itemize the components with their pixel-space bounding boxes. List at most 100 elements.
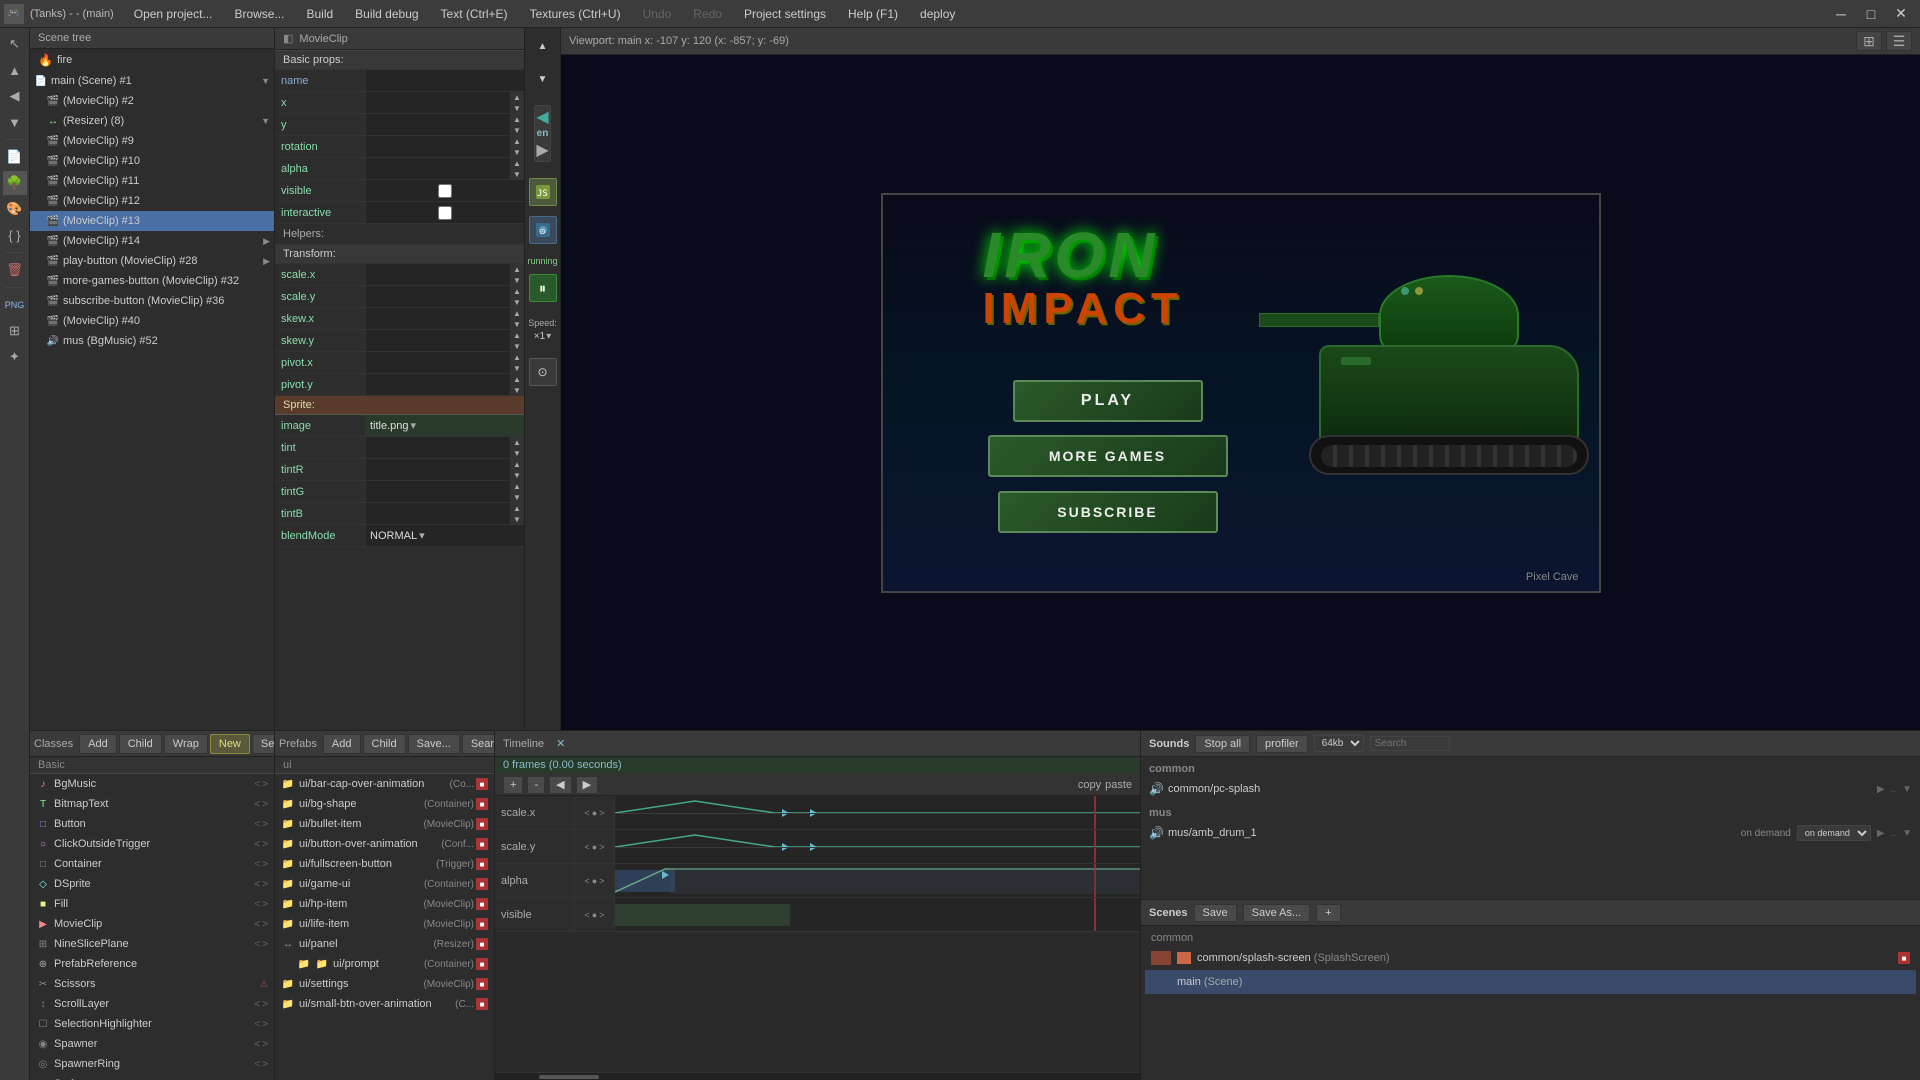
prop-tintg-value[interactable]: 255 [365,481,510,502]
tl-fwd-btn[interactable]: ▶ [576,776,598,794]
extra2-tool[interactable]: ✦ [3,345,27,369]
prop-alpha-value[interactable]: 0.4100000000000003 [365,158,510,179]
paste-btn[interactable]: paste [1105,779,1132,791]
scale-tool[interactable]: ◀ [3,84,27,108]
prop-visible-checkbox[interactable] [370,184,520,198]
tc-gt[interactable]: > [599,808,604,818]
class-item-nineslice[interactable]: ⊞ NineSlicePlane <> [30,934,274,954]
prefab-btnover-del[interactable]: ■ [476,838,488,850]
prop-scalex-input[interactable]: 1 [370,269,506,281]
tree-item-mc9[interactable]: 🎬 (MovieClip) #9 [30,131,274,151]
prop-pivoty-input[interactable]: 0 [370,379,506,391]
class-item-bgmusic[interactable]: ♪ BgMusic <> [30,774,274,794]
scene-tool[interactable]: 🌳 [3,171,27,195]
prop-rotation-value[interactable]: 0 [365,136,510,157]
tree-item-mc2[interactable]: 🎬 (MovieClip) #2 [30,91,274,111]
prop-tint-input[interactable]: ffffff [370,442,506,454]
paint-tool[interactable]: 🎨 [3,197,27,221]
prefab-bullet-del[interactable]: ■ [476,818,488,830]
tree-item-more-games[interactable]: 🎬 more-games-button (MovieClip) #32 [30,271,274,291]
tree-item-mc14[interactable]: 🎬 (MovieClip) #14 ▶ [30,231,274,251]
scene-item-splash[interactable]: common/splash-screen (SplashScreen) ■ [1145,946,1916,970]
scene-splash-del[interactable]: ■ [1898,952,1910,964]
prop-image-value[interactable]: title.png ▾ [365,415,524,436]
sound-pcsplash-play[interactable]: ▶ [1877,784,1885,795]
prefab-gameui-del[interactable]: ■ [476,878,488,890]
class-container-less[interactable]: < [254,859,260,870]
class-sel-less[interactable]: < [254,1019,260,1030]
tc-lt3[interactable]: < [585,876,590,886]
class-item-scroll[interactable]: ↕ ScrollLayer <> [30,994,274,1014]
prefab-life-del[interactable]: ■ [476,918,488,930]
prefab-game-ui[interactable]: 📁 ui/game-ui (Container) ■ [275,874,494,894]
tree-item-mus[interactable]: 🔊 mus (BgMusic) #52 [30,331,274,351]
build-btn[interactable]: Build [296,0,343,28]
tc-gt3[interactable]: > [599,876,604,886]
scaley-up[interactable]: ▲ [510,286,524,297]
view-tool[interactable]: 📄 [3,145,27,169]
prop-pivoty-value[interactable]: 0 [365,374,510,395]
prefab-prompt-del[interactable]: ■ [476,958,488,970]
prop-interactive-value[interactable] [365,202,524,223]
save-as-scene-btn[interactable]: Save As... [1243,904,1311,922]
prefab-life-item[interactable]: 📁 ui/life-item (MovieClip) ■ [275,914,494,934]
class-bgmusic-more[interactable]: > [262,779,268,790]
pivoty-down[interactable]: ▼ [510,385,524,396]
browse-btn[interactable]: Browse... [224,0,294,28]
project-settings-btn[interactable]: Project settings [734,0,836,28]
sound-search-input[interactable] [1370,736,1450,751]
save-prefab-btn[interactable]: Save... [408,734,460,754]
tree-item-resizer[interactable]: ↔ (Resizer) (8) ▼ [30,111,274,131]
play-btn[interactable]: PLAY [1013,380,1203,422]
delete-tool[interactable]: 🗑 [3,258,27,282]
copy-btn[interactable]: copy [1078,779,1101,791]
sound-pcsplash-vol[interactable]: ▼ [1902,784,1912,795]
skewx-up[interactable]: ▲ [510,308,524,319]
tintb-up[interactable]: ▲ [510,503,524,514]
maximize-btn[interactable]: □ [1856,0,1886,28]
prop-pivotx-value[interactable]: 366 [365,352,510,373]
tc-dot2[interactable]: ● [592,842,597,852]
prop-scalex-value[interactable]: 1 [365,264,510,285]
tintr-up[interactable]: ▲ [510,459,524,470]
cursor-tool[interactable]: ↖ [3,32,27,56]
class-bgmusic-less[interactable]: < [254,779,260,790]
class-spawnr-less[interactable]: < [254,1059,260,1070]
prop-skewx-input[interactable]: 0 [370,313,506,325]
pause-btn[interactable]: ⏸ [529,274,557,302]
child-prefab-btn[interactable]: Child [363,734,406,754]
prop-x-down[interactable]: ▼ [510,103,524,114]
prop-interactive-checkbox[interactable] [370,206,520,220]
pivoty-up[interactable]: ▲ [510,374,524,385]
class-container-more[interactable]: > [262,859,268,870]
tree-item-mc11[interactable]: 🎬 (MovieClip) #11 [30,171,274,191]
tintr-down[interactable]: ▼ [510,470,524,481]
js-run-btn[interactable]: JS [529,178,557,206]
prefab-settings[interactable]: 📁 ui/settings (MovieClip) ■ [275,974,494,994]
class-spawner-more[interactable]: > [262,1039,268,1050]
prefab-settings-del[interactable]: ■ [476,978,488,990]
prop-y-up[interactable]: ▲ [510,114,524,125]
new-class-btn[interactable]: New [210,734,250,754]
tc-gt2[interactable]: > [599,842,604,852]
runtime-btn[interactable]: ⊙ [529,216,557,244]
timeline-scrollbar[interactable] [495,1072,1140,1080]
class-scroll-less[interactable]: < [254,999,260,1010]
class-ns-more[interactable]: > [262,939,268,950]
class-item-button[interactable]: □ Button <> [30,814,274,834]
class-item-spawnerring[interactable]: ◎ SpawnerRing <> [30,1054,274,1074]
minimize-btn[interactable]: ─ [1826,0,1856,28]
prop-x-value[interactable]: 366 [365,92,510,113]
prop-tintb-input[interactable]: 255 [370,508,506,520]
tree-item-mc12[interactable]: 🎬 (MovieClip) #12 [30,191,274,211]
subscribe-btn[interactable]: SUBSCRIBE [998,491,1218,533]
pivotx-down[interactable]: ▼ [510,363,524,374]
prop-skewy-input[interactable]: 0 [370,335,506,347]
lang-left-btn[interactable]: ◀ [536,107,548,127]
scrollbar-thumb[interactable] [539,1075,599,1079]
speed-dropdown[interactable]: ▾ [546,331,551,342]
add-prefab-btn[interactable]: Add [323,734,361,754]
class-fill-less[interactable]: < [254,899,260,910]
lang-right-btn[interactable]: ▶ [536,140,548,160]
textures-btn[interactable]: Textures (Ctrl+U) [520,0,631,28]
